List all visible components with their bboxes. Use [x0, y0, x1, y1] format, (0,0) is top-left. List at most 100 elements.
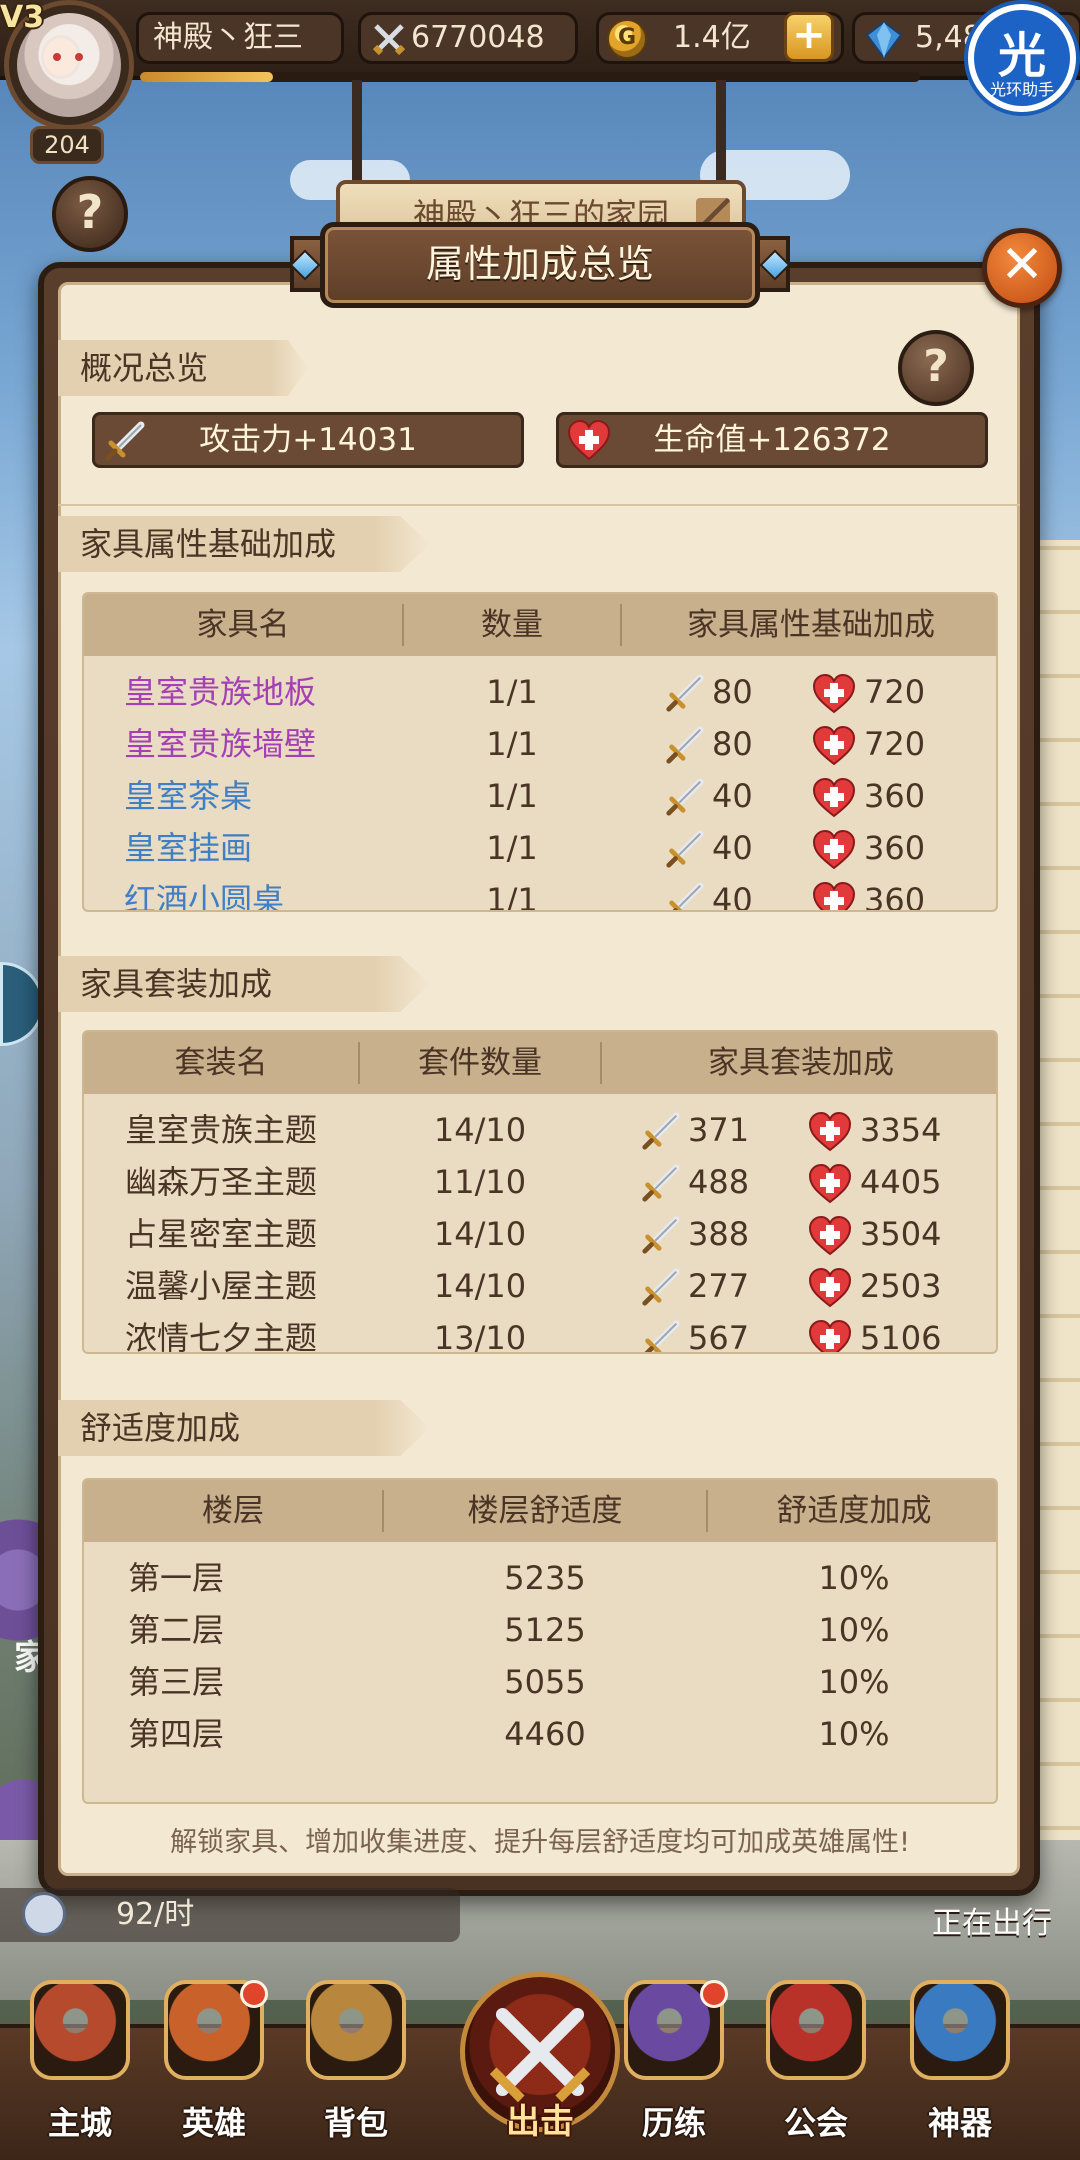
table-row: 红酒小圆桌 1/1 40 360 [84, 874, 996, 910]
close-button[interactable]: ✕ [982, 228, 1062, 308]
total-attack: 攻击力+14031 [92, 412, 524, 468]
furniture-name: 皇室贵族地板 [124, 673, 317, 711]
heart-icon [808, 1163, 852, 1204]
sword-icon [640, 1266, 682, 1308]
column-header: 楼层舒适度 [467, 1493, 623, 1529]
table-row: 第三层 5055 10% [84, 1656, 996, 1708]
total-attack-value: 攻击力+14031 [199, 422, 417, 458]
nav-item-6[interactable]: 神器 [896, 1980, 1024, 2160]
helper-logo-text: 光环助手 [989, 80, 1054, 99]
nav-label: 主城 [47, 2104, 112, 2142]
nav-item-2[interactable]: 背包 [292, 1980, 420, 2160]
column-header: 套装名 [174, 1045, 268, 1081]
helper-app-logo[interactable]: 光 光环助手 [964, 0, 1080, 116]
nav-attack-button[interactable]: 出击 [458, 1972, 622, 2160]
nav-item-5[interactable]: 公会 [752, 1980, 880, 2160]
nav-label: 公会 [783, 2104, 848, 2142]
column-header: 舒适度加成 [776, 1493, 932, 1529]
table-row: 浓情七夕主题 13/10 567 5106 [84, 1312, 996, 1352]
hp-bonus: 720 [864, 673, 926, 711]
xp-fill [140, 72, 273, 82]
furniture-rows[interactable]: 皇室贵族地板 1/1 80 720 皇室贵族墙壁 1/1 80 720 皇室茶桌 1/1 40 360… [84, 656, 996, 910]
table-row: 皇室贵族主题 14/10 371 3354 [84, 1104, 996, 1156]
player-name: 神殿丶狂三 [136, 12, 344, 64]
floor-comfort: 5235 [504, 1559, 586, 1597]
comfort-bonus: 10% [818, 1715, 890, 1753]
sword-icon [664, 672, 706, 714]
heart-icon [567, 419, 611, 461]
hp-bonus: 720 [864, 725, 926, 763]
gold-value: 1.4亿 [673, 20, 751, 55]
heart-icon [812, 881, 856, 910]
column-header: 家具名 [196, 607, 290, 643]
avatar-eye [75, 53, 83, 61]
avatar-eye [53, 53, 61, 61]
comfort-table: 楼层 楼层舒适度 舒适度加成 第一层 5235 10% 第二层 5125 10%… [82, 1478, 998, 1804]
sword-icon [664, 776, 706, 818]
sword-icon [105, 421, 145, 461]
nav-item-4[interactable]: 历练 [610, 1980, 738, 2160]
quantity: 1/1 [486, 725, 538, 763]
nav-label: 神器 [927, 2104, 992, 2142]
attack-bonus: 80 [712, 673, 753, 711]
nav-icon [910, 1980, 1010, 2080]
heart-icon [808, 1111, 852, 1152]
set-rows[interactable]: 皇室贵族主题 14/10 371 3354 幽森万圣主题 11/10 488 4405 占星密室… [84, 1094, 996, 1352]
nav-item-1[interactable]: 英雄 [150, 1980, 278, 2160]
furniture-name: 红酒小圆桌 [124, 881, 285, 910]
set-table[interactable]: 套装名 套件数量 家具套装加成 皇室贵族主题 14/10 371 3354 幽森万圣主题… [82, 1030, 998, 1354]
heart-icon [808, 1319, 852, 1352]
total-hp-value: 生命值+126372 [653, 422, 891, 458]
quantity: 14/10 [433, 1267, 527, 1305]
furniture-name: 皇室贵族墙壁 [124, 725, 317, 763]
attack-bonus: 567 [688, 1319, 750, 1352]
heart-icon [808, 1215, 852, 1256]
helper-logo-inner: 光 光环助手 [974, 10, 1070, 106]
travel-status-bar [0, 1888, 460, 1942]
quantity: 1/1 [486, 673, 538, 711]
floor-name: 第三层 [128, 1663, 225, 1701]
hp-bonus: 5106 [860, 1319, 942, 1352]
quantity: 14/10 [433, 1111, 527, 1149]
table-row: 皇室挂画 1/1 40 360 [84, 822, 996, 874]
table-row: 幽森万圣主题 11/10 488 4405 [84, 1156, 996, 1208]
column-header: 数量 [481, 607, 543, 643]
hp-bonus: 360 [864, 777, 926, 815]
vip-label: V3 [0, 0, 45, 35]
hp-bonus: 2503 [860, 1267, 942, 1305]
quantity: 1/1 [486, 829, 538, 867]
heart-icon [808, 1267, 852, 1308]
attack-bonus: 40 [712, 881, 753, 910]
help-button[interactable]: ? [898, 330, 974, 406]
floor-comfort: 5055 [504, 1663, 586, 1701]
table-header: 楼层 楼层舒适度 舒适度加成 [84, 1480, 996, 1542]
floor-name: 第四层 [128, 1715, 225, 1753]
table-row: 皇室贵族地板 1/1 80 720 [84, 666, 996, 718]
sign-rope [716, 80, 726, 190]
table-row: 占星密室主题 14/10 388 3504 [84, 1208, 996, 1260]
furniture-table[interactable]: 家具名 数量 家具属性基础加成 皇室贵族地板 1/1 80 720 皇室贵族墙壁 1/1 8… [82, 592, 998, 912]
attack-bonus: 388 [688, 1215, 750, 1253]
home-help-button[interactable]: ? [52, 176, 128, 252]
comfort-bonus: 10% [818, 1611, 890, 1649]
table-header: 家具名 数量 家具属性基础加成 [84, 594, 996, 656]
heart-icon [812, 829, 856, 870]
nav-item-0[interactable]: 主城 [16, 1980, 144, 2160]
set-name: 幽森万圣主题 [124, 1163, 317, 1201]
nav-label: 历练 [641, 2104, 706, 2142]
travel-status: 正在出行 [932, 1906, 1052, 1941]
notification-dot [240, 1980, 268, 2008]
xp-bar [140, 72, 920, 82]
furniture-name: 皇室茶桌 [124, 777, 253, 815]
section-furniture-base: 家具属性基础加成 [58, 516, 430, 572]
section-comfort: 舒适度加成 [58, 1400, 430, 1456]
column-header: 套件数量 [418, 1045, 542, 1081]
sword-icon [640, 1214, 682, 1256]
nav-icon [306, 1980, 406, 2080]
floor-name: 第二层 [128, 1611, 225, 1649]
add-gold-button[interactable]: + [784, 12, 834, 62]
floor-name: 第一层 [128, 1559, 225, 1597]
hp-bonus: 3504 [860, 1215, 942, 1253]
heart-icon [812, 777, 856, 818]
hp-bonus: 360 [864, 829, 926, 867]
